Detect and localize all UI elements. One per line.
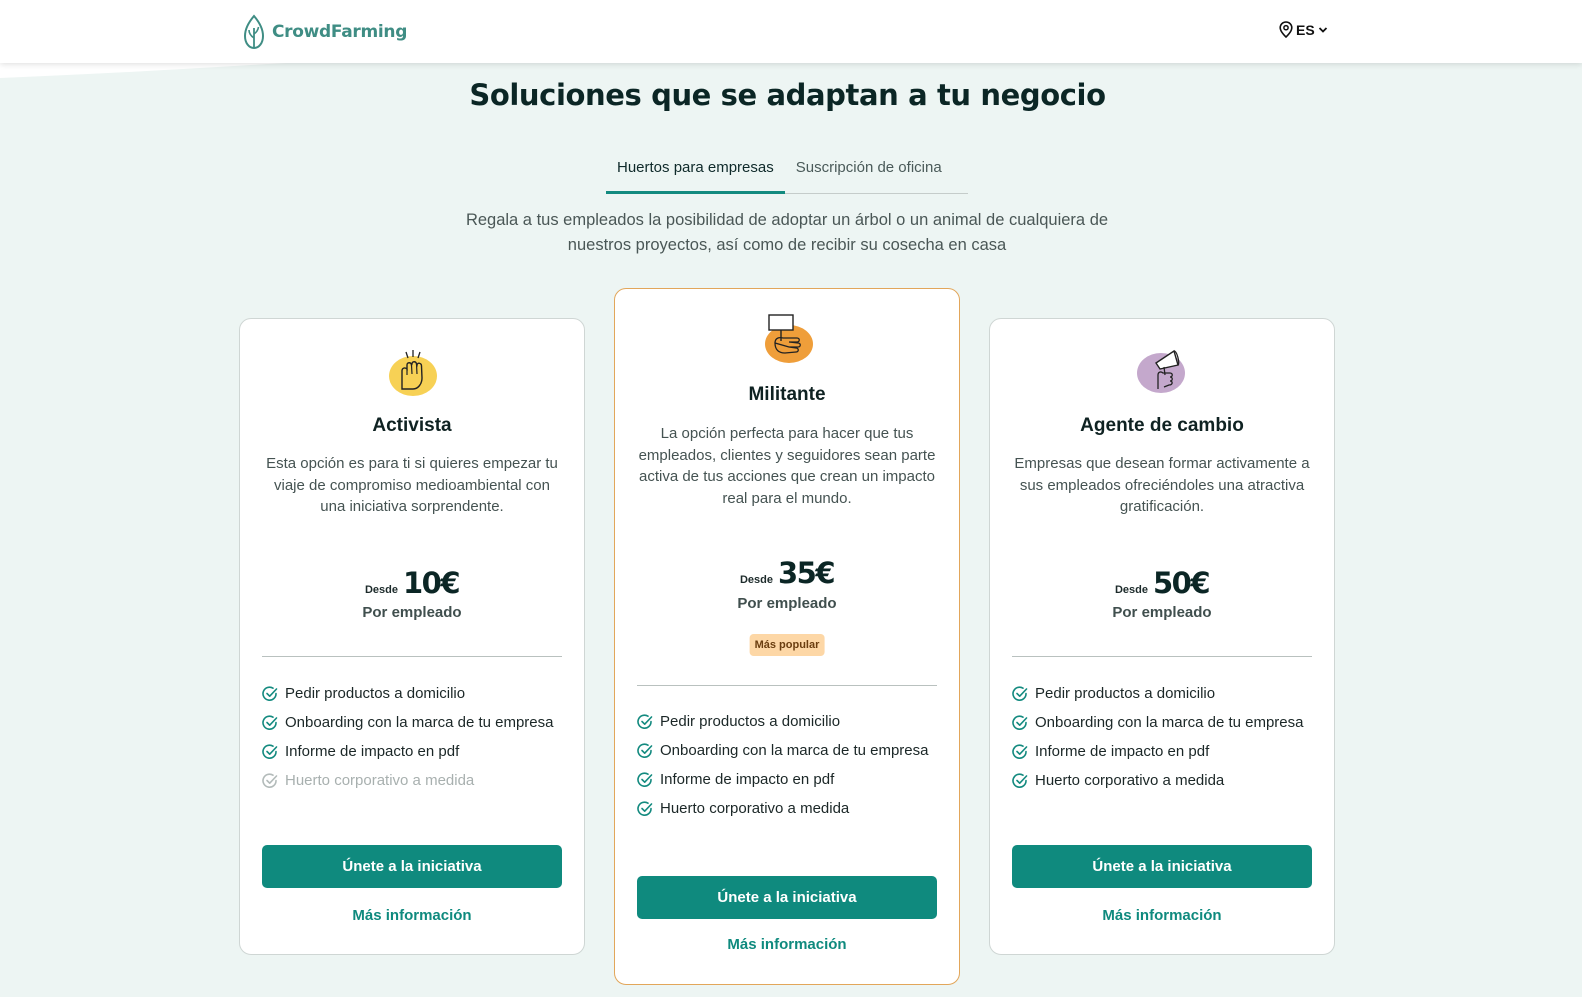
check-circle-icon [262, 773, 278, 788]
megaphone-icon [1137, 349, 1185, 393]
feature-item-unavailable: Huerto corporativo a medida [262, 770, 562, 792]
price-per-employee: Por empleado [362, 604, 462, 621]
raised-fist-icon [389, 350, 437, 396]
plan-price: Desde 50€ [990, 566, 1334, 600]
chevron-down-icon [1318, 26, 1327, 33]
check-circle-icon [1012, 744, 1028, 759]
feature-list: Pedir productos a domicilio Onboarding c… [262, 683, 562, 799]
check-circle-icon [1012, 686, 1028, 701]
plan-price: Desde 35€ [615, 556, 959, 590]
join-initiative-button[interactable]: Únete a la iniciativa [262, 845, 562, 888]
check-circle-icon [1012, 773, 1028, 788]
price-from-label: Desde [739, 574, 773, 586]
check-circle-icon [637, 801, 653, 816]
feature-text: Pedir productos a domicilio [660, 713, 841, 730]
language-code: ES [1296, 21, 1315, 38]
check-circle-icon [637, 772, 653, 787]
feature-text: Informe de impacto en pdf [1035, 743, 1210, 760]
feature-text: Pedir productos a domicilio [1035, 685, 1216, 702]
tab-huertos-para-empresas[interactable]: Huertos para empresas [606, 152, 785, 194]
feature-list: Pedir productos a domicilio Onboarding c… [1012, 683, 1312, 799]
check-circle-icon [637, 743, 653, 758]
feature-item: Onboarding con la marca de tu empresa [1012, 712, 1312, 734]
join-initiative-button[interactable]: Únete a la iniciativa [1012, 845, 1312, 888]
feature-item: Onboarding con la marca de tu empresa [262, 712, 562, 734]
price-amount: 10€ [402, 566, 461, 600]
plan-card-militante: Militante La opción perfecta para hacer … [614, 288, 960, 985]
plan-card-activista: Activista Esta opción es para ti si quie… [239, 318, 585, 955]
plan-description: La opción perfecta para hacer que tus em… [638, 425, 936, 507]
header-wave [0, 60, 340, 78]
check-circle-icon [1012, 715, 1028, 730]
protest-sign-icon [765, 314, 813, 363]
plan-name: Activista [372, 415, 452, 436]
feature-text: Huerto corporativo a medida [285, 772, 475, 789]
feature-item: Informe de impacto en pdf [262, 741, 562, 763]
feature-text: Huerto corporativo a medida [660, 800, 850, 817]
feature-text: Onboarding con la marca de tu empresa [285, 714, 554, 731]
feature-item: Informe de impacto en pdf [1012, 741, 1312, 763]
price-amount: 50€ [1152, 566, 1211, 600]
more-info-link[interactable]: Más información [990, 907, 1334, 924]
feature-text: Huerto corporativo a medida [1035, 772, 1225, 789]
check-circle-icon [262, 686, 278, 701]
page-title: Soluciones que se adaptan a tu negocio [469, 78, 1106, 112]
leaf-logo-icon [243, 14, 265, 50]
price-from-label: Desde [364, 584, 398, 596]
site-header: CrowdFarming ES [0, 0, 1582, 63]
solution-tabs: Huertos para empresas Suscripción de ofi… [606, 152, 968, 194]
language-selector[interactable]: ES [1279, 21, 1328, 38]
feature-item: Pedir productos a domicilio [262, 683, 562, 705]
price-amount: 35€ [777, 556, 836, 590]
feature-text: Informe de impacto en pdf [285, 743, 460, 760]
check-circle-icon [262, 744, 278, 759]
card-divider [637, 685, 937, 686]
price-per-employee: Por empleado [737, 595, 837, 612]
location-pin-icon [1279, 21, 1293, 38]
feature-text: Onboarding con la marca de tu empresa [660, 742, 929, 759]
check-circle-icon [262, 715, 278, 730]
feature-text: Onboarding con la marca de tu empresa [1035, 714, 1304, 731]
crowdfarming-logo[interactable]: CrowdFarming [242, 14, 407, 50]
plan-card-agente-de-cambio: Agente de cambio Empresas que desean for… [989, 318, 1335, 955]
feature-item: Informe de impacto en pdf [637, 769, 937, 791]
tab-suscripcion-de-oficina[interactable]: Suscripción de oficina [785, 152, 953, 193]
plan-description: Empresas que desean formar activamente a… [1014, 455, 1310, 515]
intro-text: Regala a tus empleados la posibilidad de… [465, 211, 1109, 254]
most-popular-badge: Más popular [749, 634, 825, 656]
plan-description: Esta opción es para ti si quieres empeza… [266, 455, 558, 515]
card-divider [262, 656, 562, 657]
feature-list: Pedir productos a domicilio Onboarding c… [637, 711, 937, 827]
feature-item: Onboarding con la marca de tu empresa [637, 740, 937, 762]
plan-name: Agente de cambio [1080, 415, 1244, 436]
plan-name: Militante [748, 384, 826, 405]
feature-item: Huerto corporativo a medida [637, 798, 937, 820]
price-per-employee: Por empleado [1112, 604, 1212, 621]
logo-text: CrowdFarming [272, 22, 408, 42]
more-info-link[interactable]: Más información [240, 907, 584, 924]
feature-item: Huerto corporativo a medida [1012, 770, 1312, 792]
more-info-link[interactable]: Más información [615, 936, 959, 953]
price-from-label: Desde [1114, 584, 1148, 596]
check-circle-icon [637, 714, 653, 729]
plan-price: Desde 10€ [240, 566, 584, 600]
join-initiative-button[interactable]: Únete a la iniciativa [637, 876, 937, 919]
feature-item: Pedir productos a domicilio [637, 711, 937, 733]
feature-text: Informe de impacto en pdf [660, 771, 835, 788]
feature-item: Pedir productos a domicilio [1012, 683, 1312, 705]
feature-text: Pedir productos a domicilio [285, 685, 466, 702]
card-divider [1012, 656, 1312, 657]
